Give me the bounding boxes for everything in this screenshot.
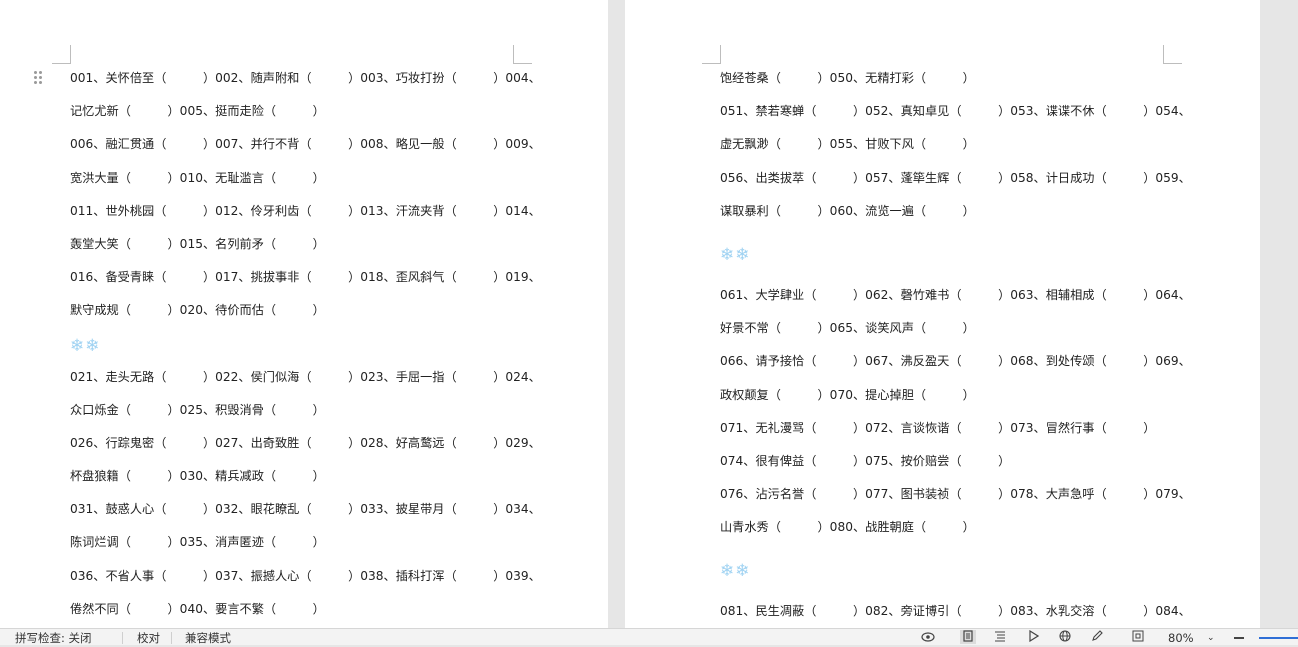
text-line[interactable]: 026、行踪鬼密（ ）027、出奇致胜（ ）028、好高鹜远（ ）029、 [70,427,541,460]
paragraph-drag-handle-icon[interactable] [33,70,43,86]
text-line[interactable]: 066、请予接恰（ ）067、沸反盈天（ ）068、到处传颂（ ）069、 [720,345,1191,378]
margin-corner-top-left [702,45,721,64]
text-line[interactable]: 倦然不同（ ）040、要言不繁（ ） [70,593,530,626]
spellcheck-status[interactable]: 拼写检查: 关闭 [15,629,92,645]
text-line[interactable]: 众口烁金（ ）025、积毁消骨（ ） [70,394,530,427]
text-line[interactable]: 陈词烂调（ ）035、消声匿迹（ ） [70,526,530,559]
text-line[interactable]: 031、鼓惑人心（ ）032、眼花瞭乱（ ）033、披星带月（ ）034、 [70,493,541,526]
text-line[interactable]: 山青水秀（ ）080、战胜朝庭（ ） [720,511,1190,544]
snowflake-divider-icon: ❄❄ [720,561,751,582]
text-line[interactable]: 记忆尤新（ ）005、挺而走险（ ） [70,95,530,128]
text-line[interactable]: 076、沾污名誉（ ）077、图书装祯（ ）078、大声急呼（ ）079、 [720,478,1191,511]
fit-page-icon[interactable] [1130,630,1146,644]
zoom-out-icon[interactable] [1234,637,1244,639]
eye-icon[interactable] [920,630,936,644]
text-line[interactable]: 021、走头无路（ ）022、侯门似海（ ）023、手屈一指（ ）024、 [70,361,541,394]
text-line[interactable]: 081、民生凋蔽（ ）082、旁证博引（ ）083、水乳交溶（ ）084、 [720,595,1191,628]
text-line[interactable]: 071、无礼漫骂（ ）072、言谈恢谐（ ）073、冒然行事（ ） [720,412,1190,445]
exercise-text-block[interactable]: 001、关怀倍至（ ）002、随声附和（ ）003、巧妆打扮（ ）004、 记忆… [70,62,541,626]
text-line[interactable]: 饱经苍桑（ ）050、无精打彩（ ） [720,62,1190,95]
text-line[interactable]: 006、融汇贯通（ ）007、并行不背（ ）008、略见一般（ ）009、 [70,128,541,161]
text-line[interactable]: 011、世外桃园（ ）012、伶牙利齿（ ）013、汗流夹背（ ）014、 [70,195,541,228]
text-line[interactable]: 虚无飘渺（ ）055、甘败下风（ ） [720,128,1190,161]
exercise-text-block[interactable]: 饱经苍桑（ ）050、无精打彩（ ） 051、禁若寒蝉（ ）052、真知卓见（ … [720,62,1191,628]
margin-corner-top-left [52,45,71,64]
text-line[interactable]: 杯盘狼籍（ ）030、精兵减政（ ） [70,460,530,493]
text-line[interactable]: 默守成规（ ）020、待价而估（ ） [70,294,530,327]
snowflake-divider-icon: ❄❄ [70,335,101,356]
text-line[interactable]: 051、禁若寒蝉（ ）052、真知卓见（ ）053、谍谍不休（ ）054、 [720,95,1191,128]
text-line[interactable]: 好景不常（ ）065、谈笑风声（ ） [720,312,1190,345]
document-page-right[interactable]: 饱经苍桑（ ）050、无精打彩（ ） 051、禁若寒蝉（ ）052、真知卓见（ … [625,0,1260,628]
zoom-level[interactable]: 80% [1168,629,1194,645]
scroll-area-background [1260,0,1298,628]
text-line[interactable]: 宽洪大量（ ）010、无耻滥言（ ） [70,162,530,195]
text-line[interactable]: 政权颠复（ ）070、提心掉胆（ ） [720,379,1190,412]
text-line[interactable]: 056、出类拔萃（ ）057、蓬筚生辉（ ）058、计日成功（ ）059、 [720,162,1191,195]
outline-view-icon[interactable] [992,630,1008,644]
text-line[interactable]: 轰堂大笑（ ）015、名列前矛（ ） [70,228,530,261]
text-line[interactable]: 016、备受青睐（ ）017、挑拔事非（ ）018、歪风斜气（ ）019、 [70,261,541,294]
zoom-slider[interactable] [1259,637,1298,639]
text-line[interactable]: 036、不省人事（ ）037、振撼人心（ ）038、插科打浑（ ）039、 [70,560,541,593]
chevron-down-icon[interactable]: ⌄ [1207,629,1215,645]
snowflake-divider-icon: ❄❄ [720,244,751,265]
page-gap [608,0,625,628]
text-line[interactable]: 谋取暴利（ ）060、流览一遍（ ） [720,195,1190,228]
compat-mode-label: 兼容模式 [185,631,231,645]
page-view-icon[interactable] [960,630,976,644]
document-page-left[interactable]: 001、关怀倍至（ ）002、随声附和（ ）003、巧妆打扮（ ）004、 记忆… [0,0,608,628]
web-view-icon[interactable] [1057,630,1073,644]
divider [122,632,123,644]
divider [171,632,172,644]
status-bar: 拼写检查: 关闭 校对 兼容模式 80% ⌄ [0,628,1298,645]
text-line[interactable]: 061、大学肆业（ ）062、磬竹难书（ ）063、相辅相成（ ）064、 [720,279,1191,312]
text-line[interactable]: 074、很有俾益（ ）075、按价赔尝（ ） [720,445,1190,478]
text-line[interactable]: 001、关怀倍至（ ）002、随声附和（ ）003、巧妆打扮（ ）004、 [70,62,541,95]
play-icon[interactable] [1025,629,1041,644]
proofread-button[interactable]: 校对 [137,629,160,645]
pen-icon[interactable] [1089,630,1105,644]
